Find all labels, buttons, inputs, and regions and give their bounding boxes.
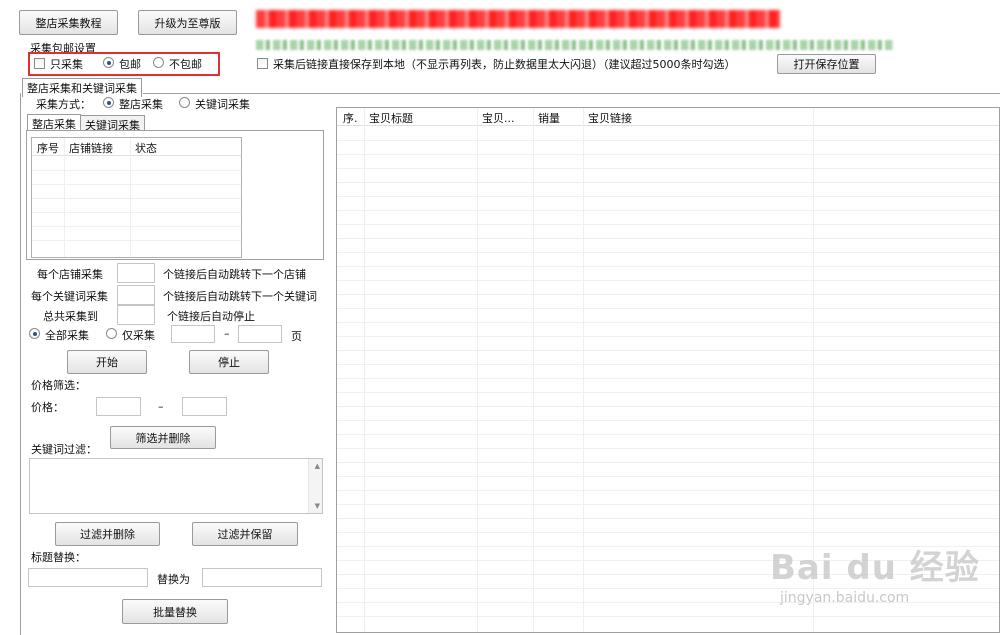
replace-with-label: 替换为	[157, 573, 190, 586]
replace-target-input[interactable]	[202, 568, 322, 587]
keyword-filter-label: 关键词过滤：	[31, 443, 97, 456]
blurred-banner-green	[256, 40, 894, 50]
results-table-header: 序. 宝贝标题 宝贝... 销量 宝贝链接	[337, 108, 999, 126]
keyword-filter-textarea[interactable]: ▲ ▼	[29, 458, 323, 514]
store-table-col-index: 序号	[37, 142, 59, 155]
total-suffix: 个链接后自动停止	[167, 310, 255, 323]
all-pages-label: 全部采集	[45, 329, 89, 342]
only-collect-label: 只采集	[50, 58, 83, 71]
price-range-dash: –	[158, 400, 164, 413]
replace-source-input[interactable]	[28, 568, 148, 587]
filter-delete-button[interactable]: 筛选并删除	[110, 426, 216, 449]
scroll-up-icon[interactable]: ▲	[315, 462, 320, 470]
per-store-label: 每个店铺采集	[37, 268, 103, 281]
start-button[interactable]: 开始	[67, 350, 147, 374]
only-collect-checkbox[interactable]	[34, 58, 45, 69]
total-label: 总共采集到	[43, 310, 98, 323]
per-keyword-suffix: 个链接后自动跳转下一个关键词	[163, 290, 317, 303]
page-unit-label: 页	[291, 330, 302, 343]
page-from-input[interactable]	[171, 325, 215, 343]
per-keyword-input[interactable]	[117, 285, 155, 305]
collect-mode-store-radio[interactable]	[103, 97, 114, 108]
only-pages-radio[interactable]	[106, 328, 117, 339]
baidu-watermark-url: jingyan.baidu.com	[780, 590, 910, 606]
results-col-sales: 销量	[538, 112, 560, 125]
no-free-shipping-radio[interactable]	[153, 57, 164, 68]
collect-mode-label: 采集方式：	[36, 98, 91, 111]
price-label: 价格：	[31, 401, 64, 414]
per-keyword-label: 每个关键词采集	[31, 290, 108, 303]
no-free-shipping-label: 不包邮	[169, 58, 202, 71]
per-store-input[interactable]	[117, 263, 155, 283]
all-pages-radio[interactable]	[29, 328, 40, 339]
collect-mode-keyword-radio[interactable]	[179, 97, 190, 108]
tutorial-button[interactable]: 整店采集教程	[19, 10, 118, 35]
blurred-banner-red	[256, 10, 780, 28]
scroll-down-icon[interactable]: ▼	[315, 502, 320, 510]
filter-and-keep-button[interactable]: 过滤并保留	[192, 522, 298, 546]
only-pages-label: 仅采集	[122, 329, 155, 342]
page-to-input[interactable]	[238, 325, 282, 343]
main-tab-border-left	[20, 93, 21, 635]
store-table-col-link: 店铺链接	[69, 142, 113, 155]
free-shipping-radio[interactable]	[103, 57, 114, 68]
total-input[interactable]	[117, 305, 155, 325]
main-tab-border-top	[143, 93, 1000, 94]
store-collect-panel: 序号 店铺链接 状态	[26, 130, 324, 260]
store-table: 序号 店铺链接 状态	[31, 137, 242, 258]
save-local-label: 采集后链接直接保存到本地（不显示再列表，防止数据里太大闪退）（建议超过5000条…	[273, 58, 736, 71]
baidu-watermark-logo: Bai du 经验	[770, 548, 980, 588]
results-col-item: 宝贝...	[482, 112, 515, 125]
stop-button[interactable]: 停止	[189, 350, 269, 374]
per-store-suffix: 个链接后自动跳转下一个店铺	[163, 268, 306, 281]
open-save-location-button[interactable]: 打开保存位置	[777, 54, 876, 74]
upgrade-button[interactable]: 升级为至尊版	[138, 10, 237, 35]
collect-mode-store-label: 整店采集	[119, 98, 163, 111]
store-table-col-status: 状态	[135, 142, 157, 155]
results-col-title: 宝贝标题	[369, 112, 413, 125]
collect-mode-keyword-label: 关键词采集	[195, 98, 250, 111]
results-col-link: 宝贝链接	[588, 112, 632, 125]
price-max-input[interactable]	[182, 397, 227, 416]
page-range-dash: –	[224, 327, 230, 340]
batch-replace-button[interactable]: 批量替换	[122, 599, 228, 624]
filter-and-delete-button[interactable]: 过滤并删除	[55, 522, 160, 546]
free-shipping-label: 包邮	[119, 58, 141, 71]
title-replace-label: 标题替换：	[31, 551, 86, 564]
results-col-index: 序.	[343, 112, 358, 125]
save-local-checkbox[interactable]	[257, 58, 268, 69]
price-filter-title: 价格筛选：	[31, 379, 86, 392]
price-min-input[interactable]	[96, 397, 141, 416]
tab-store-keyword-collect[interactable]: 整店采集和关键词采集	[22, 78, 142, 97]
